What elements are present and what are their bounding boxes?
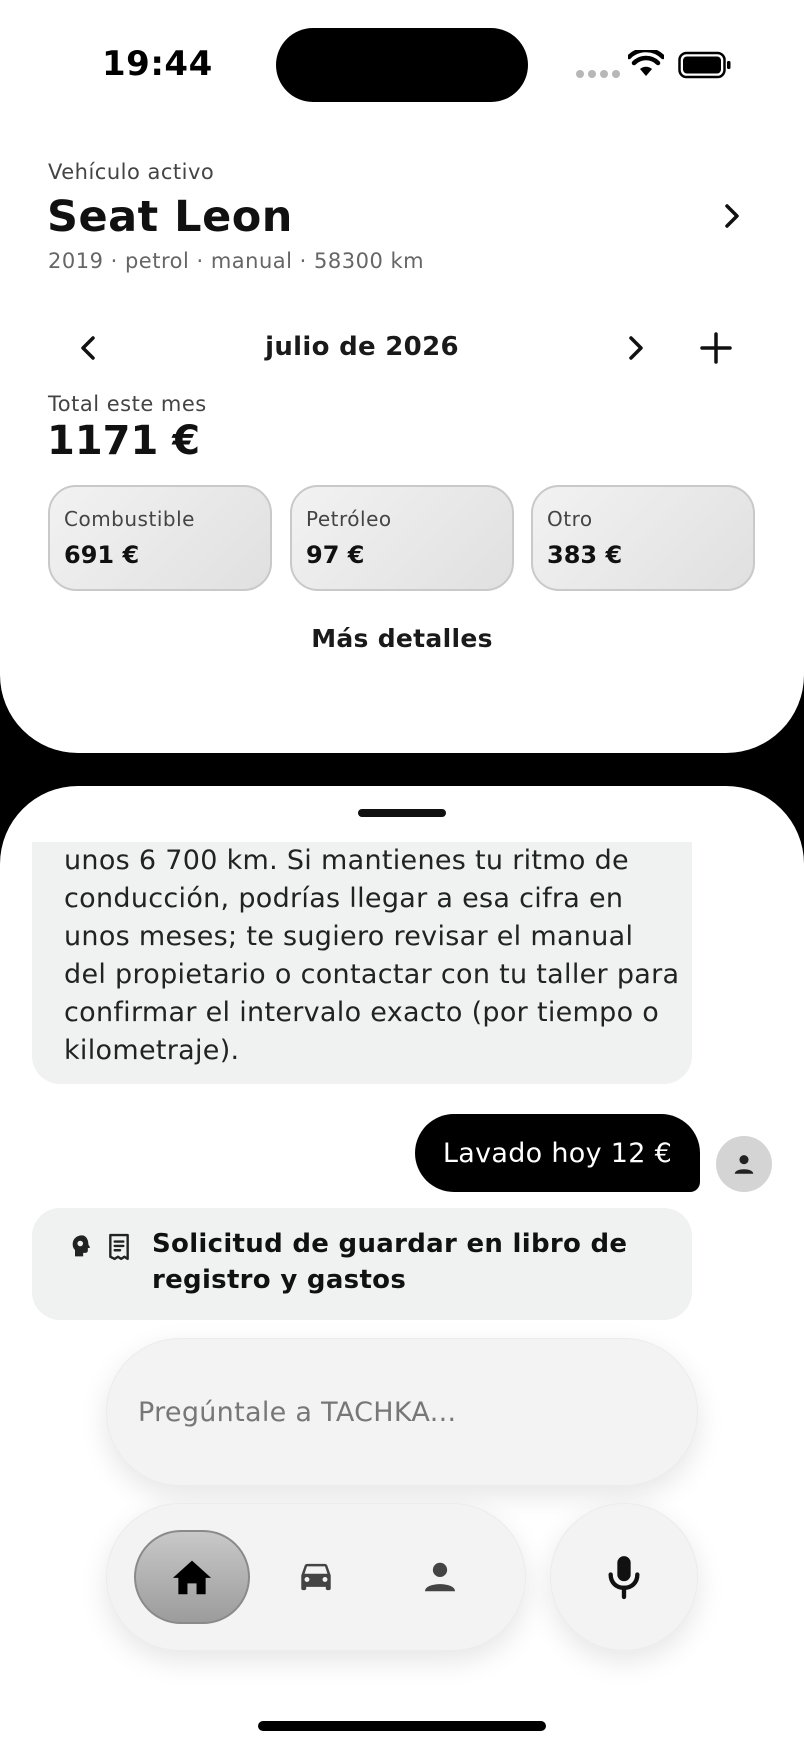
- category-card-oil[interactable]: Petróleo 97 €: [290, 485, 514, 591]
- signal-icon: [576, 70, 620, 78]
- category-name: Combustible: [64, 507, 195, 531]
- category-card-fuel[interactable]: Combustible 691 €: [48, 485, 272, 591]
- assistant-message-text: kilometraje actual de 58 300 km, te qued…: [64, 845, 680, 1066]
- total-value: 1171 €: [47, 418, 201, 464]
- receipt-icon: [109, 1233, 129, 1261]
- brain-icon: [72, 1235, 91, 1257]
- wifi-icon: [628, 50, 664, 76]
- microphone-button[interactable]: [550, 1503, 698, 1651]
- category-card-other[interactable]: Otro 383 €: [531, 485, 755, 591]
- plus-icon[interactable]: [698, 330, 734, 366]
- status-time: 19:44: [102, 44, 213, 84]
- total-label: Total este mes: [48, 392, 207, 416]
- car-icon: [301, 1563, 331, 1591]
- month-label: julio de 2026: [265, 332, 459, 362]
- category-value: 97 €: [306, 541, 365, 569]
- tab-vehicle[interactable]: [292, 1555, 340, 1599]
- sheet-grabber[interactable]: [358, 809, 446, 817]
- tab-profile[interactable]: [416, 1555, 464, 1599]
- person-icon: [424, 1562, 456, 1592]
- category-value: 383 €: [547, 541, 623, 569]
- home-indicator: [258, 1721, 546, 1731]
- active-vehicle-label: Vehículo activo: [48, 160, 215, 184]
- person-icon: [734, 1155, 754, 1174]
- chevron-right-icon[interactable]: [622, 332, 650, 364]
- tab-home[interactable]: [134, 1530, 250, 1624]
- category-name: Otro: [547, 507, 593, 531]
- summary-card: 19:44 Vehículo activo Seat Leon 2019 · p…: [0, 0, 804, 753]
- chevron-right-icon[interactable]: [720, 200, 744, 232]
- tool-request-text: Solicitud de guardar en libro de registr…: [152, 1229, 628, 1295]
- vehicle-name[interactable]: Seat Leon: [47, 192, 293, 242]
- user-message: Lavado hoy 12 €: [415, 1114, 700, 1192]
- category-value: 691 €: [64, 541, 140, 569]
- vehicle-details: 2019 · petrol · manual · 58300 km: [48, 249, 425, 273]
- microphone-icon: [608, 1556, 640, 1600]
- home-icon: [172, 1560, 212, 1595]
- dynamic-island: [276, 28, 528, 102]
- battery-icon: [678, 51, 731, 79]
- category-name: Petróleo: [306, 507, 392, 531]
- more-details-button[interactable]: Más detalles: [0, 624, 804, 653]
- ask-input[interactable]: [106, 1338, 698, 1486]
- avatar: [716, 1136, 772, 1192]
